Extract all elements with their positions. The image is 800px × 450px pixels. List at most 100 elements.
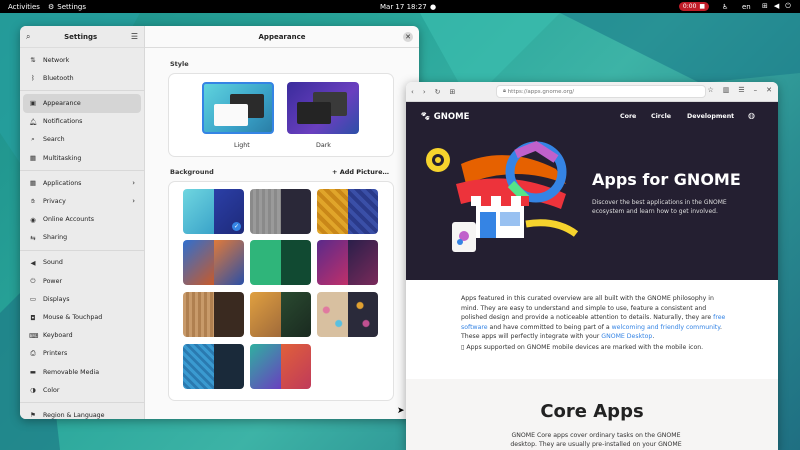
hero-title: Apps for GNOME xyxy=(592,170,741,189)
add-picture-button[interactable]: + Add Picture… xyxy=(332,168,389,176)
wallpaper-tile[interactable] xyxy=(183,344,244,389)
wallpaper-tile[interactable] xyxy=(250,240,311,285)
nav-development[interactable]: Development xyxy=(687,113,734,120)
style-dark-option[interactable] xyxy=(287,82,359,134)
sidebar-item-sound[interactable]: ◀ Sound xyxy=(23,254,141,272)
selected-check-icon: ✓ xyxy=(232,222,241,231)
nav-core[interactable]: Core xyxy=(620,113,636,120)
minimize-icon[interactable]: – xyxy=(754,86,758,94)
sidebar-item-printers[interactable]: ⎙ Printers xyxy=(23,345,141,363)
sidebar-separator xyxy=(20,90,144,92)
sidebar-item-label: Mouse & Touchpad xyxy=(43,314,103,322)
url-bar[interactable]: 🔒︎ https://apps.gnome.org/ xyxy=(496,85,706,98)
wallpaper-tile[interactable] xyxy=(250,189,311,234)
intro-text-1: Apps featured in this curated overview a… xyxy=(461,295,714,322)
app-menu[interactable]: ⚙ Settings xyxy=(48,3,86,11)
gnome-logo-text: GNOME xyxy=(433,112,470,122)
accessibility-icon[interactable]: ♿ xyxy=(722,3,728,11)
search-icon: ⌕ xyxy=(31,135,35,144)
mini-window-light xyxy=(214,104,248,126)
url-text: https://apps.gnome.org/ xyxy=(507,88,575,95)
sidebar-item-label: Region & Language xyxy=(43,411,105,419)
record-time: 0:00 xyxy=(682,3,697,10)
sidebar-list: ⇅ Network ᛒ Bluetooth ▣ Appearance 🔔︎ Notificat… xyxy=(20,48,144,419)
wallpaper-tile[interactable] xyxy=(250,344,311,389)
reload-icon[interactable]: ↻ xyxy=(435,88,441,96)
sidebar-item-notifications[interactable]: 🔔︎ Notifications xyxy=(23,113,141,131)
sidebar-item-label: Applications xyxy=(43,179,82,187)
forward-icon[interactable]: › xyxy=(423,88,426,96)
power-icon: ⏻ xyxy=(30,276,36,285)
background-section-label: Background xyxy=(170,168,214,176)
back-icon[interactable]: ‹ xyxy=(411,88,414,96)
wallpaper-tile[interactable]: ✓ xyxy=(183,189,244,234)
nav-circle[interactable]: Circle xyxy=(651,113,671,120)
mouse-icon: ◘ xyxy=(30,313,36,322)
browser-toolbar: ‹ › ↻ ⊞ 🔒︎ https://apps.gnome.org/ ☆ ▥ ☰… xyxy=(406,82,778,102)
sidebar-item-sharing[interactable]: ⇆ Sharing xyxy=(23,229,141,247)
gear-icon: ⚙ xyxy=(48,2,55,11)
appearance-panel: Appearance ✕ Style Light Dark Background… xyxy=(145,26,419,419)
sidebar-item-label: Search xyxy=(43,136,65,144)
wallpaper-tile[interactable] xyxy=(317,240,378,285)
menu-icon[interactable]: ☰ xyxy=(738,86,744,94)
wallpaper-tile[interactable] xyxy=(183,292,244,337)
sidebar-item-color[interactable]: ◑ Color xyxy=(23,381,141,399)
hero-banner: 🐾︎ GNOME Core Circle Development ◍ Apps f… xyxy=(406,102,778,280)
core-apps-section: Core Apps GNOME Core apps cover ordinary… xyxy=(406,379,778,450)
system-menu[interactable]: ⊞ ◀ ⏻ xyxy=(762,2,791,11)
intro-text-2: and have committed to being part of a xyxy=(487,323,612,331)
sidebar-item-network[interactable]: ⇅ Network xyxy=(23,51,141,69)
gnome-logo[interactable]: 🐾︎ GNOME xyxy=(420,112,469,122)
globe-icon[interactable]: ◍ xyxy=(748,111,755,120)
sidebar-item-label: Privacy xyxy=(43,197,66,205)
close-icon[interactable]: ✕ xyxy=(766,86,772,94)
mini-window-dark-front xyxy=(297,102,331,124)
sidebar-item-removable-media[interactable]: ▬ Removable Media xyxy=(23,363,141,381)
wallpaper-tile[interactable] xyxy=(183,240,244,285)
core-apps-text: GNOME Core apps cover ordinary tasks on … xyxy=(510,432,682,449)
sidebar-item-bluetooth[interactable]: ᛒ Bluetooth xyxy=(23,69,141,87)
media-icon: ▬ xyxy=(29,368,37,377)
screen-recording-indicator[interactable]: 0:00 ■ xyxy=(679,2,709,11)
color-icon: ◑ xyxy=(30,386,36,395)
bluetooth-icon: ᛒ xyxy=(31,74,35,83)
style-light-label: Light xyxy=(234,142,250,149)
community-link[interactable]: welcoming and friendly community xyxy=(612,324,720,331)
bookmark-icon[interactable]: ☆ xyxy=(707,86,713,94)
activities-button[interactable]: Activities xyxy=(8,3,40,11)
sidebar-item-search[interactable]: ⌕ Search xyxy=(23,131,141,149)
chevron-right-icon: › xyxy=(132,197,135,206)
wallpaper-tile[interactable] xyxy=(317,292,378,337)
sidebar-item-label: Notifications xyxy=(43,118,83,126)
plus-icon: + xyxy=(331,168,340,176)
language-indicator[interactable]: en xyxy=(742,3,751,11)
sidebar-item-appearance[interactable]: ▣ Appearance xyxy=(23,94,141,113)
style-light-option[interactable] xyxy=(202,82,274,134)
new-tab-icon[interactable]: ⊞ xyxy=(450,88,456,96)
gnome-desktop-link[interactable]: GNOME Desktop xyxy=(601,333,652,340)
sidebar-item-privacy[interactable]: ✋︎ Privacy › xyxy=(23,192,141,210)
sidebar-item-power[interactable]: ⏻ Power xyxy=(23,272,141,290)
sidebar-item-region-language[interactable]: ⚑ Region & Language xyxy=(23,406,141,419)
apps-icon: ▦ xyxy=(29,179,37,188)
app-menu-label: Settings xyxy=(57,2,86,11)
wallpaper-tile[interactable] xyxy=(250,292,311,337)
sidebar-item-displays[interactable]: ▭ Displays xyxy=(23,290,141,308)
library-icon[interactable]: ▥ xyxy=(723,86,730,94)
wallpaper-tile[interactable] xyxy=(317,189,378,234)
top-bar: Activities ⚙ Settings Mar 17 18:27 ● 0:00… xyxy=(0,0,800,13)
sidebar-item-online-accounts[interactable]: ◉ Online Accounts xyxy=(23,211,141,229)
power-status-icon: ⏻ xyxy=(785,2,791,10)
search-icon[interactable]: ⌕ xyxy=(26,32,30,42)
menu-icon[interactable]: ☰ xyxy=(131,32,138,41)
sidebar-item-keyboard[interactable]: ⌨ Keyboard xyxy=(23,327,141,345)
network-status-icon: ⊞ xyxy=(762,2,768,10)
sidebar-item-applications[interactable]: ▦ Applications › xyxy=(23,174,141,192)
close-button[interactable]: ✕ xyxy=(403,32,413,42)
gnome-foot-icon: 🐾︎ xyxy=(420,112,431,122)
clock[interactable]: Mar 17 18:27 xyxy=(380,3,427,11)
sidebar-item-mouse-touchpad[interactable]: ◘ Mouse & Touchpad xyxy=(23,308,141,326)
page-content: Apps featured in this curated overview a… xyxy=(406,280,778,450)
sidebar-item-multitasking[interactable]: ▦ Multitasking xyxy=(23,149,141,167)
